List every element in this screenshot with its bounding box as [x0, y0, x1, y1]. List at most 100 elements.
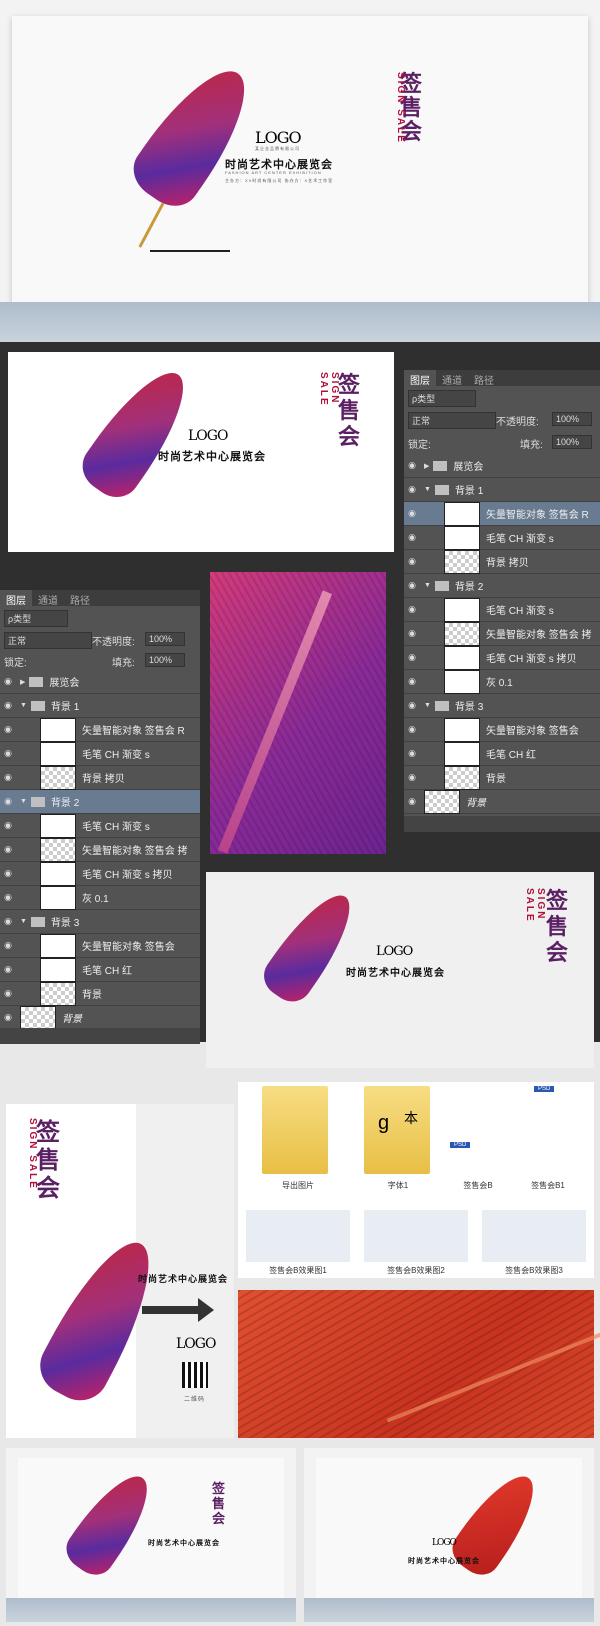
- folder-icon: [29, 676, 44, 687]
- visibility-eye-icon[interactable]: ◉: [0, 676, 16, 687]
- expand-arrow-icon[interactable]: ▼: [424, 486, 431, 493]
- layer-row[interactable]: ◉ 背景: [404, 789, 600, 814]
- layer-filter[interactable]: ρ类型: [4, 610, 68, 627]
- visibility-eye-icon[interactable]: ◉: [0, 940, 16, 951]
- visibility-eye-icon[interactable]: ◉: [0, 748, 16, 759]
- layer-row[interactable]: ◉ ▼ 背景 2: [0, 790, 200, 814]
- folder-icon: [434, 580, 449, 591]
- panel-tabs: 图层 通道 路径: [404, 370, 600, 387]
- layer-row[interactable]: ◉ ▼ 背景 1: [0, 694, 200, 718]
- layer-name: 灰 0.1: [82, 894, 109, 905]
- expand-arrow-icon[interactable]: ▼: [424, 702, 431, 709]
- visibility-eye-icon[interactable]: ◉: [404, 652, 420, 663]
- layer-name: 背景: [62, 1014, 82, 1025]
- layer-thumbnail: [40, 885, 76, 910]
- layer-row[interactable]: ◉ 毛笔 CH 渐变 s: [0, 741, 200, 766]
- expand-arrow-icon[interactable]: ▼: [20, 702, 27, 709]
- layer-row[interactable]: ◉ ▼ 背景 1: [404, 478, 600, 502]
- visibility-eye-icon[interactable]: ◉: [0, 1012, 16, 1023]
- layer-row[interactable]: ◉ 矢量智能对象 签售会: [0, 933, 200, 958]
- layers-panel-left: 图层 通道 路径 ρ类型 正常 不透明度: 100% 锁定: 填充: 100% …: [0, 590, 200, 1044]
- opacity-input[interactable]: 100%: [145, 632, 185, 646]
- fill-input[interactable]: 100%: [145, 653, 185, 667]
- layer-filter[interactable]: ρ类型: [408, 390, 476, 407]
- visibility-eye-icon[interactable]: ◉: [0, 820, 16, 831]
- layer-thumbnail: [444, 549, 480, 574]
- layer-row[interactable]: ◉ 毛笔 CH 渐变 s: [0, 813, 200, 838]
- layer-row[interactable]: ◉ 背景 拷贝: [404, 549, 600, 574]
- tab-channels[interactable]: 通道: [436, 370, 468, 387]
- expand-arrow-icon[interactable]: ▶: [424, 462, 429, 470]
- canvas-preview-2: LOGO 时尚艺术中心展览会 签售会 SIGN SALE: [206, 872, 594, 1068]
- layer-row[interactable]: ◉ ▼ 背景 3: [0, 910, 200, 934]
- visibility-eye-icon[interactable]: ◉: [404, 796, 420, 807]
- visibility-eye-icon[interactable]: ◉: [0, 844, 16, 855]
- visibility-eye-icon[interactable]: ◉: [0, 988, 16, 999]
- layer-row[interactable]: ◉ 灰 0.1: [404, 669, 600, 694]
- layer-thumbnail: [40, 981, 76, 1006]
- expand-arrow-icon[interactable]: ▼: [20, 918, 27, 925]
- expand-arrow-icon[interactable]: ▶: [20, 678, 25, 686]
- visibility-eye-icon[interactable]: ◉: [404, 628, 420, 639]
- visibility-eye-icon[interactable]: ◉: [0, 796, 16, 807]
- layer-row[interactable]: ◉ 矢量智能对象 签售会 拷: [0, 837, 200, 862]
- visibility-eye-icon[interactable]: ◉: [404, 772, 420, 783]
- layer-row[interactable]: ◉ 毛笔 CH 渐变 s 拷贝: [0, 861, 200, 886]
- layer-row[interactable]: ◉ ▼ 背景 2: [404, 574, 600, 598]
- visibility-eye-icon[interactable]: ◉: [404, 556, 420, 567]
- blend-mode-select[interactable]: 正常: [408, 412, 496, 429]
- visibility-eye-icon[interactable]: ◉: [0, 964, 16, 975]
- visibility-eye-icon[interactable]: ◉: [0, 868, 16, 879]
- tab-paths[interactable]: 路径: [64, 590, 96, 607]
- layer-row[interactable]: ◉ 背景: [0, 1005, 200, 1030]
- poster-sign-cn: 签售会: [36, 1117, 60, 1202]
- visibility-eye-icon[interactable]: ◉: [0, 700, 16, 711]
- folder-icon[interactable]: [262, 1086, 328, 1174]
- layer-name: 矢量智能对象 签售会 R: [82, 726, 185, 737]
- visibility-eye-icon[interactable]: ◉: [0, 772, 16, 783]
- visibility-eye-icon[interactable]: ◉: [404, 676, 420, 687]
- layer-row[interactable]: ◉ 矢量智能对象 签售会 R: [0, 717, 200, 742]
- layer-row[interactable]: ◉ 矢量智能对象 签售会 拷: [404, 621, 600, 646]
- layer-row[interactable]: ◉ 背景 拷贝: [0, 765, 200, 790]
- layer-row[interactable]: ◉ 矢量智能对象 签售会: [404, 717, 600, 742]
- layer-row[interactable]: ◉ 毛笔 CH 渐变 s 拷贝: [404, 645, 600, 670]
- layer-row[interactable]: ◉ 灰 0.1: [0, 885, 200, 910]
- expand-arrow-icon[interactable]: ▼: [424, 582, 431, 589]
- visibility-eye-icon[interactable]: ◉: [0, 916, 16, 927]
- fill-input[interactable]: 100%: [552, 435, 592, 449]
- visibility-eye-icon[interactable]: ◉: [0, 892, 16, 903]
- layer-row[interactable]: ◉ ▶ 展览会: [404, 454, 600, 478]
- layer-row[interactable]: ◉ 毛笔 CH 红: [404, 741, 600, 766]
- tab-paths[interactable]: 路径: [468, 370, 500, 387]
- blend-mode-select[interactable]: 正常: [4, 632, 92, 649]
- visibility-eye-icon[interactable]: ◉: [404, 700, 420, 711]
- layer-name: 背景 拷贝: [486, 558, 529, 569]
- visibility-eye-icon[interactable]: ◉: [404, 748, 420, 759]
- visibility-eye-icon[interactable]: ◉: [404, 484, 420, 495]
- expand-arrow-icon[interactable]: ▼: [20, 798, 27, 805]
- layer-row[interactable]: ◉ 毛笔 CH 红: [0, 957, 200, 982]
- canvas2-title: 时尚艺术中心展览会: [346, 968, 445, 979]
- visibility-eye-icon[interactable]: ◉: [404, 604, 420, 615]
- visibility-eye-icon[interactable]: ◉: [404, 532, 420, 543]
- visibility-eye-icon[interactable]: ◉: [404, 724, 420, 735]
- layer-name: 毛笔 CH 渐变 s: [82, 822, 150, 833]
- layer-row[interactable]: ◉ 毛笔 CH 渐变 s: [404, 597, 600, 622]
- layer-row[interactable]: ◉ 背景: [404, 765, 600, 790]
- tab-layers[interactable]: 图层: [0, 590, 32, 607]
- qr-label: 二维码: [184, 1397, 206, 1403]
- layer-row[interactable]: ◉ 毛笔 CH 渐变 s: [404, 525, 600, 550]
- layer-row[interactable]: ◉ 背景: [0, 981, 200, 1006]
- layer-row[interactable]: ◉ ▶ 展览会: [0, 670, 200, 694]
- visibility-eye-icon[interactable]: ◉: [404, 508, 420, 519]
- folder-icon[interactable]: [364, 1086, 430, 1174]
- tab-layers[interactable]: 图层: [404, 370, 436, 387]
- layer-row[interactable]: ◉ 矢量智能对象 签售会 R: [404, 501, 600, 526]
- visibility-eye-icon[interactable]: ◉: [0, 724, 16, 735]
- layer-row[interactable]: ◉ ▼ 背景 3: [404, 694, 600, 718]
- visibility-eye-icon[interactable]: ◉: [404, 460, 420, 471]
- tab-channels[interactable]: 通道: [32, 590, 64, 607]
- visibility-eye-icon[interactable]: ◉: [404, 580, 420, 591]
- opacity-input[interactable]: 100%: [552, 412, 592, 426]
